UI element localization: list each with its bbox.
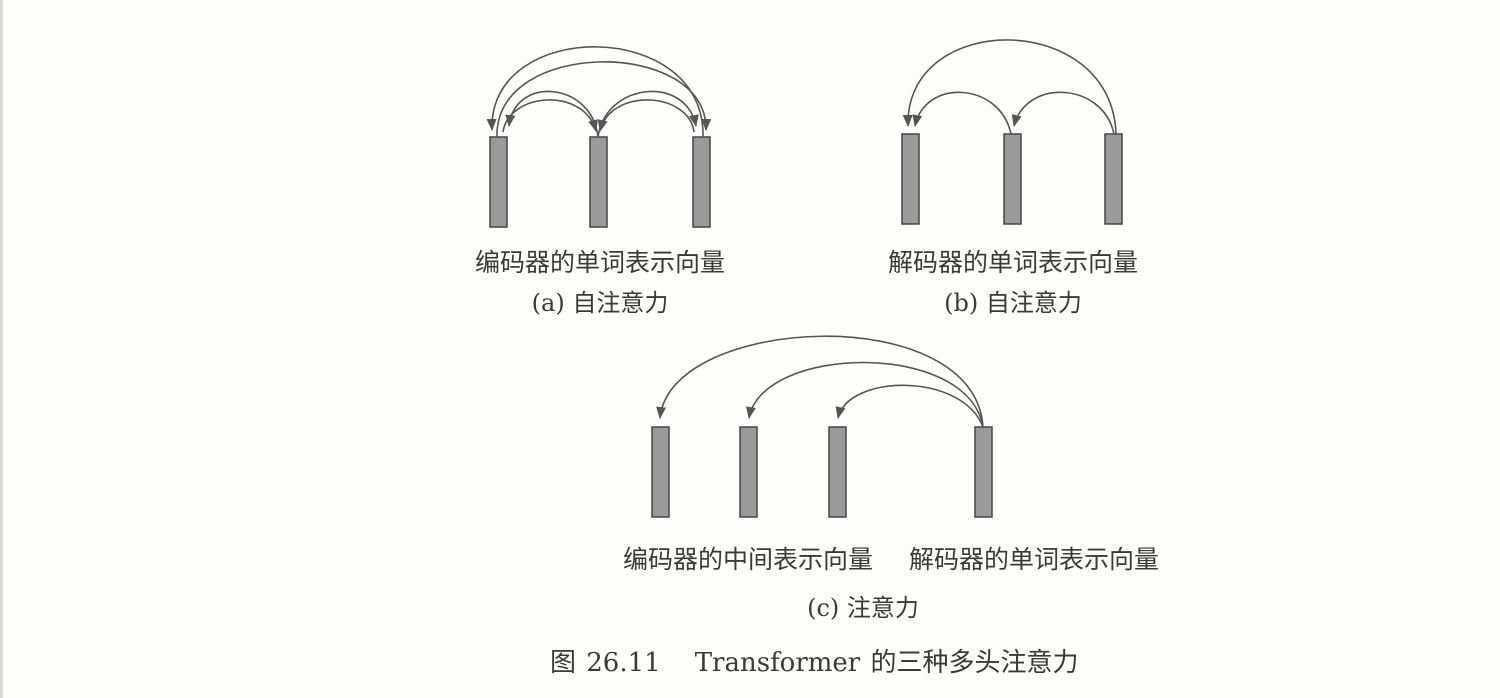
panel-a-label: 编码器的单词表示向量	[474, 248, 726, 277]
arc-a-3-to-1-outer	[486, 46, 704, 138]
decoder-vector-bar-2	[1003, 133, 1022, 225]
decoder-vector-bar-1	[901, 133, 920, 225]
panel-c-cross-attention	[651, 335, 993, 518]
decoder-word-bar	[974, 426, 993, 518]
decoder-vector-bar-3	[1104, 133, 1123, 225]
panel-b-label: 解码器的单词表示向量	[887, 248, 1139, 277]
encoder-intermediate-bar-1	[651, 426, 670, 518]
encoder-intermediate-bar-2	[739, 426, 758, 518]
panel-c-left-label: 编码器的中间表示向量	[622, 545, 874, 574]
encoder-vector-bar-1	[489, 136, 508, 228]
arc-a-2-to-1	[505, 90, 599, 138]
arc-b-2-to-1	[912, 91, 1012, 135]
arc-b-3-to-1-outer	[902, 39, 1117, 135]
attention-diagram	[486, 39, 1123, 518]
encoder-intermediate-bar-3	[828, 426, 847, 518]
arc-c-to-1	[656, 335, 984, 428]
arc-a-3-to-2	[597, 99, 695, 133]
panel-a-self-attention	[486, 46, 712, 228]
arc-a-2-to-3	[597, 90, 699, 138]
figure-caption: 图 26.11 Transformer 的三种多头注意力	[550, 642, 1079, 679]
panel-a-caption: (a) 自注意力	[531, 289, 669, 317]
arc-b-3-to-2	[1011, 91, 1115, 135]
figure-number: 图 26.11	[550, 648, 661, 678]
panel-b-caption: (b) 自注意力	[944, 289, 1082, 317]
panel-c-right-label: 解码器的单词表示向量	[908, 545, 1160, 574]
panel-c-caption: (c) 注意力	[807, 594, 919, 622]
panel-b-self-attention	[901, 39, 1123, 225]
encoder-vector-bar-3	[692, 136, 711, 228]
encoder-vector-bar-2	[589, 136, 608, 228]
figure-title: Transformer 的三种多头注意力	[694, 648, 1079, 678]
